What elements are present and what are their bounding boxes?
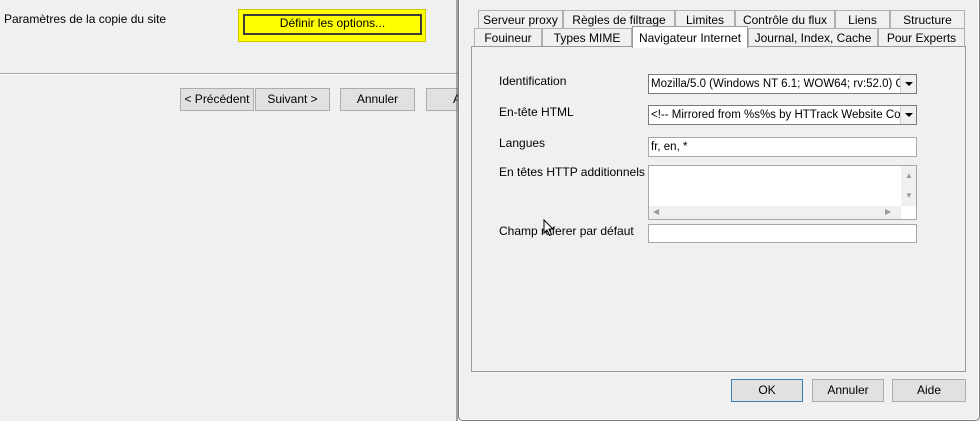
site-params-label: Paramètres de la copie du site	[4, 12, 167, 26]
html-header-dropdown[interactable]: <!-- Mirrored from %s%s by HTTrack Websi…	[648, 105, 917, 125]
ok-button[interactable]: OK	[731, 379, 803, 402]
scroll-right-icon[interactable]: ▶	[885, 208, 891, 216]
additional-headers-label: En têtes HTTP additionnels	[499, 165, 645, 179]
tab-structure[interactable]: Structure	[890, 10, 965, 28]
tab-browser-id[interactable]: Navigateur Internet	[632, 26, 748, 48]
tab-mime-types[interactable]: Types MIME	[542, 28, 632, 46]
scroll-left-icon[interactable]: ◀	[653, 208, 659, 216]
languages-value: fr, en, *	[651, 141, 688, 153]
identification-value: Mozilla/5.0 (Windows NT 6.1; WOW64; rv:5…	[651, 78, 917, 90]
default-referer-input[interactable]	[648, 224, 917, 243]
scroll-down-icon[interactable]: ▼	[905, 192, 913, 200]
chevron-down-icon[interactable]	[900, 75, 916, 93]
scroll-up-icon[interactable]: ▲	[905, 172, 913, 180]
define-options-button[interactable]: Définir les options...	[243, 14, 422, 35]
mouse-cursor-icon	[543, 219, 555, 237]
help-button[interactable]: Aide	[892, 379, 966, 402]
additional-headers-textarea[interactable]: ▲ ▼ ◀ ▶	[648, 165, 917, 220]
identification-dropdown[interactable]: Mozilla/5.0 (Windows NT 6.1; WOW64; rv:5…	[648, 74, 917, 94]
languages-input[interactable]: fr, en, *	[648, 137, 917, 157]
identification-label: Identification	[499, 74, 567, 88]
tab-links[interactable]: Liens	[835, 10, 890, 28]
vertical-scrollbar[interactable]: ▲ ▼	[901, 166, 916, 206]
dialog-cancel-button[interactable]: Annuler	[812, 379, 884, 402]
html-header-label: En-tête HTML	[499, 105, 574, 119]
wizard-cancel-button[interactable]: Annuler	[340, 88, 415, 111]
html-header-value: <!-- Mirrored from %s%s by HTTrack Websi…	[651, 109, 917, 121]
chevron-down-icon[interactable]	[900, 106, 916, 124]
tab-log-index-cache[interactable]: Journal, Index, Cache	[748, 28, 878, 46]
tab-crawler[interactable]: Fouineur	[474, 28, 542, 46]
tab-experts[interactable]: Pour Experts	[878, 28, 965, 46]
previous-button[interactable]: < Précédent	[180, 88, 254, 111]
tab-proxy-server[interactable]: Serveur proxy	[478, 10, 563, 28]
default-referer-label: Champ referer par défaut	[499, 224, 634, 238]
horizontal-scrollbar[interactable]: ◀ ▶	[649, 206, 901, 219]
next-button[interactable]: Suivant >	[255, 88, 330, 111]
separator-line-highlight	[0, 74, 460, 75]
languages-label: Langues	[499, 136, 546, 150]
tab-flow-control[interactable]: Contrôle du flux	[735, 10, 835, 28]
